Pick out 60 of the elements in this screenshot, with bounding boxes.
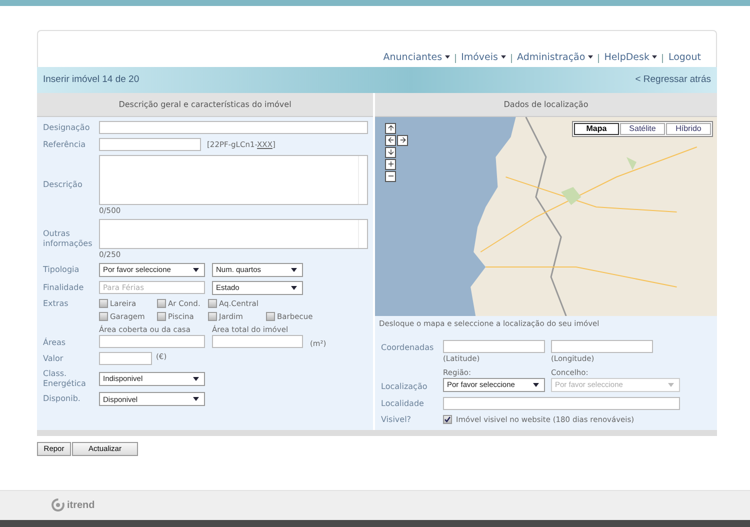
caret-icon (501, 55, 506, 60)
field-label: Localização (381, 382, 428, 392)
caret-icon (445, 55, 450, 60)
checkbox[interactable] (99, 312, 108, 321)
caret-icon (652, 55, 658, 60)
brand-name: itrend (67, 500, 95, 511)
checkbox[interactable] (266, 312, 275, 321)
page-title: Inserir imóvel 14 de 20 (43, 74, 140, 86)
field-label: Finalidade (43, 283, 85, 293)
caret-icon (193, 397, 199, 402)
caret-icon (533, 382, 539, 387)
input-field[interactable] (99, 334, 205, 348)
input-field[interactable] (99, 138, 201, 151)
caret-icon (193, 376, 199, 381)
field-label: Extras (43, 298, 70, 309)
checkbox[interactable] (208, 298, 217, 308)
field-label: Referência (43, 140, 86, 150)
nav-link[interactable]: Anunciantes (378, 52, 456, 63)
field-label: Tipologia (43, 265, 80, 275)
field-label: Valor (43, 354, 64, 364)
caret-icon (291, 286, 297, 290)
nav-link[interactable]: Logout (663, 52, 706, 63)
input-field[interactable] (212, 334, 303, 348)
caret-icon (588, 55, 594, 60)
logo-icon (51, 498, 65, 512)
input-field[interactable] (99, 120, 368, 134)
caret-icon (668, 382, 674, 387)
input-field[interactable] (99, 352, 152, 365)
nav-link[interactable]: Imóveis (456, 52, 511, 63)
caret-icon (193, 268, 199, 272)
field-label: Disponib. (43, 394, 82, 404)
input-field[interactable] (443, 396, 680, 410)
input-field[interactable] (443, 340, 545, 353)
input-field[interactable] (551, 340, 653, 353)
checkbox[interactable] (157, 298, 166, 308)
textarea-field[interactable] (99, 218, 368, 249)
map-type-tab[interactable]: Híbrido (666, 122, 711, 135)
checkbox[interactable] (443, 415, 452, 424)
map-type-tab[interactable]: Satélite (620, 122, 665, 135)
caret-icon (291, 268, 297, 272)
field-label: Outras informações (43, 229, 94, 249)
nav-link[interactable]: Administração (512, 52, 598, 63)
field-label: Visivel? (381, 414, 412, 425)
field-label: Descrição (43, 180, 84, 190)
panel-heading: Dados de localização (375, 92, 717, 117)
field-label: Designação (43, 122, 91, 132)
checkbox[interactable] (208, 312, 217, 321)
nav-link[interactable]: HelpDesk (599, 52, 662, 63)
zoom-out-icon[interactable] (385, 170, 396, 182)
checkbox[interactable] (99, 298, 108, 308)
field-label: Localidade (381, 398, 425, 408)
field-label: Class. Energética (43, 368, 87, 388)
field-label: Coordenadas (381, 342, 435, 353)
textarea-field[interactable] (99, 154, 368, 205)
back-link[interactable]: < Regressar atrás (635, 74, 711, 86)
checkbox[interactable] (157, 312, 166, 321)
panel-heading: Descrição geral e características do imóvel (37, 92, 373, 117)
map-type-tab[interactable]: Mapa (574, 122, 619, 135)
field-label: Áreas (43, 338, 67, 348)
zoom-in-icon[interactable] (385, 158, 396, 170)
